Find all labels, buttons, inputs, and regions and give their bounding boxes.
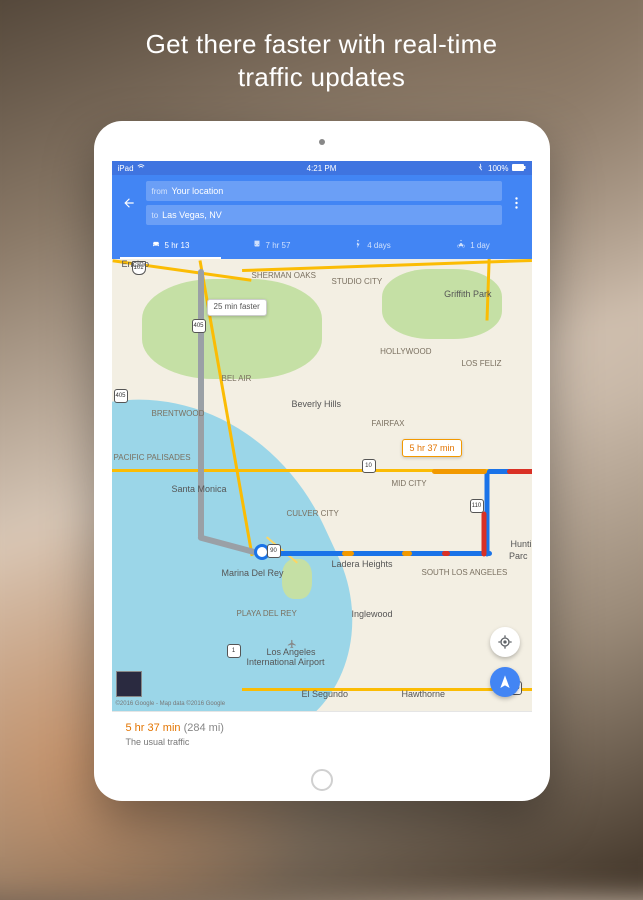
mode-tabs: 5 hr 13 7 hr 57 4 days 1 day (120, 233, 524, 259)
to-field[interactable]: to Las Vegas, NV (146, 205, 502, 225)
label-culvermid: MID CITY (392, 479, 427, 488)
label-bev: Beverly Hills (292, 399, 342, 409)
route-main-1 (262, 551, 492, 556)
statusbar-device: iPad (118, 164, 134, 173)
tab-transit[interactable]: 7 hr 57 (221, 233, 322, 259)
summary-duration: 5 hr 37 min (126, 722, 181, 734)
label-parc: Parc (509, 551, 528, 561)
headline-line-2: traffic updates (146, 61, 498, 94)
summary-distance: (284 mi) (184, 722, 224, 734)
shield-90: 90 (267, 544, 281, 558)
route-alt (198, 269, 204, 539)
traffic-seg-3 (442, 551, 450, 556)
tab-walk-label: 4 days (367, 241, 391, 250)
promo-headline: Get there faster with real-time traffic … (146, 28, 498, 93)
from-field[interactable]: from Your location (146, 181, 502, 201)
label-griffith: Griffith Park (444, 289, 491, 299)
headline-line-1: Get there faster with real-time (146, 28, 498, 61)
label-southla: SOUTH LOS ANGELES (422, 569, 482, 577)
ipad-home-button[interactable] (311, 769, 333, 791)
label-ladera: Ladera Heights (332, 559, 393, 569)
tab-transit-label: 7 hr 57 (266, 241, 291, 250)
label-sm: Santa Monica (172, 484, 227, 494)
label-hollywood: HOLLYWOOD (380, 347, 431, 356)
label-inglewood: Inglewood (352, 609, 393, 619)
label-lax2: International Airport (247, 657, 325, 667)
shield-405: 405 (192, 319, 206, 333)
more-button[interactable] (510, 197, 524, 209)
label-palisades: PACIFIC PALISADES (114, 454, 164, 462)
route-summary-card[interactable]: 5 hr 37 min (284 mi) The usual traffic (112, 711, 532, 761)
layers-thumbnail[interactable] (116, 671, 142, 697)
route-alt-flag[interactable]: 25 min faster (207, 299, 267, 316)
label-encino: Encino (122, 259, 150, 269)
directions-header: from Your location to Las Vegas, NV 5 hr… (112, 175, 532, 259)
tab-drive[interactable]: 5 hr 13 (120, 233, 221, 259)
tab-bike-label: 1 day (470, 241, 490, 250)
label-hawthorne: Hawthorne (402, 689, 446, 699)
battery-icon (477, 163, 485, 173)
to-value: Las Vegas, NV (162, 210, 222, 220)
battery-bar-icon (512, 164, 526, 173)
park-area (142, 279, 322, 379)
from-prefix: from (152, 187, 168, 196)
label-elsegundo: El Segundo (302, 689, 349, 699)
traffic-seg-4 (507, 469, 532, 474)
traffic-seg-1 (342, 551, 354, 556)
label-culver: CULVER CITY (287, 509, 339, 518)
from-value: Your location (172, 186, 224, 196)
traffic-seg-2 (402, 551, 412, 556)
ocean (112, 337, 396, 711)
label-brentwood: BRENTWOOD (152, 409, 205, 418)
wifi-icon (137, 163, 145, 173)
label-studiocity: STUDIO CITY (332, 277, 383, 286)
summary-line-1: 5 hr 37 min (284 mi) (126, 722, 518, 734)
walk-icon (353, 239, 363, 251)
ipad-camera (319, 139, 325, 145)
statusbar-battery: 100% (488, 164, 508, 173)
label-mdr: Marina Del Rey (222, 569, 262, 578)
map-attribution: ©2016 Google - Map data ©2016 Google (116, 701, 226, 707)
navigate-button[interactable] (490, 667, 520, 697)
shield-110: 110 (470, 499, 484, 513)
park-small (282, 559, 312, 599)
status-bar: iPad 4:21 PM 100% (112, 161, 532, 175)
route-time-flag[interactable]: 5 hr 37 min (402, 439, 461, 457)
shield-1: 1 (227, 644, 241, 658)
shield-405b: 405 (114, 389, 128, 403)
screen: iPad 4:21 PM 100% (112, 161, 532, 761)
park-griffith (382, 269, 502, 339)
route-main-3b (432, 469, 487, 474)
tab-walk[interactable]: 4 days (322, 233, 423, 259)
label-shermanoaks: SHERMAN OAKS (252, 271, 316, 280)
summary-subtitle: The usual traffic (126, 737, 518, 747)
fwy-105 (242, 688, 532, 691)
label-playa: PLAYA DEL REY (237, 609, 297, 618)
car-icon (151, 239, 161, 251)
label-brylawn: FAIRFAX (372, 419, 405, 428)
bike-icon (456, 239, 466, 251)
label-losfeliz: LOS FELIZ (461, 359, 501, 368)
locate-button[interactable] (490, 627, 520, 657)
tab-bike[interactable]: 1 day (423, 233, 524, 259)
map-canvas[interactable]: 5 hr 37 min 25 min faster 405 405 101 10… (112, 259, 532, 711)
transit-icon (252, 239, 262, 251)
to-prefix: to (152, 211, 159, 220)
label-hunti: Hunti (510, 539, 531, 549)
label-belair: BEL AIR (222, 374, 252, 383)
ipad-frame: iPad 4:21 PM 100% (94, 121, 550, 801)
traffic-seg-5 (481, 512, 486, 557)
back-button[interactable] (120, 196, 138, 210)
shield-10: 10 (362, 459, 376, 473)
statusbar-time: 4:21 PM (307, 164, 337, 173)
airport-icon (287, 636, 297, 654)
tab-drive-label: 5 hr 13 (165, 241, 190, 250)
